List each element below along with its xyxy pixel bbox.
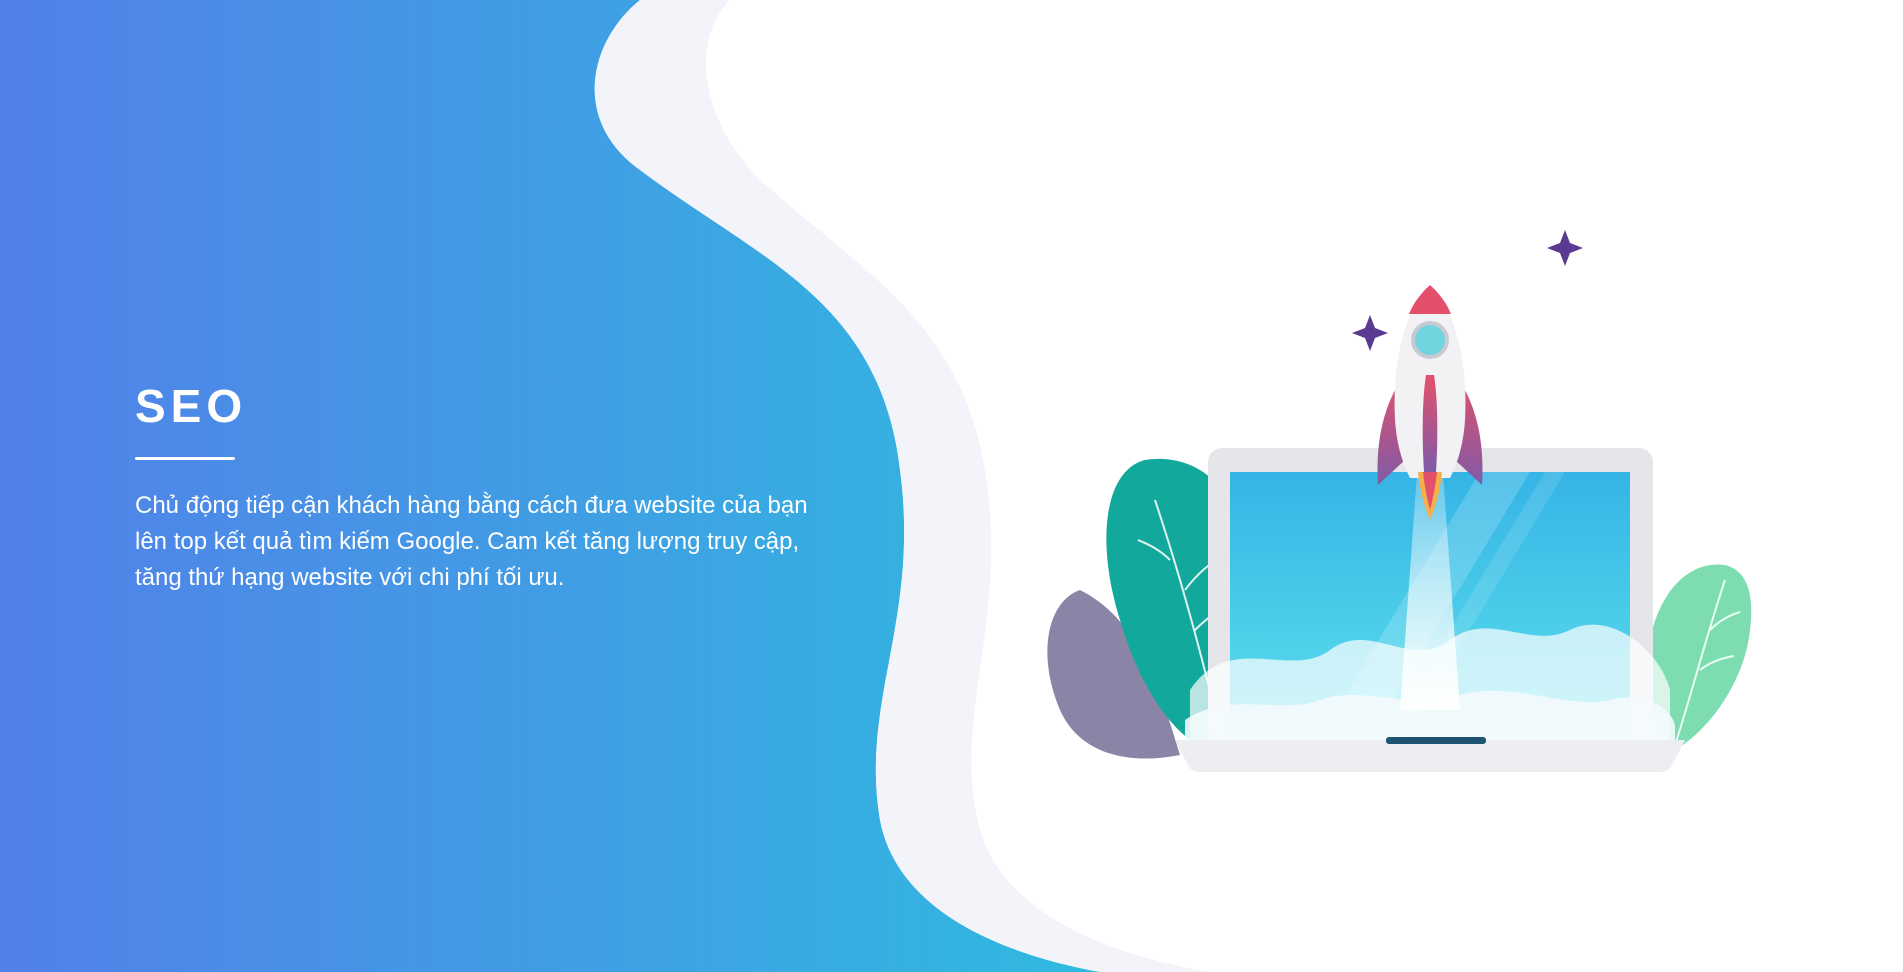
laptop-notch bbox=[1386, 737, 1486, 744]
laptop-base bbox=[1175, 740, 1685, 772]
hero-description: Chủ động tiếp cận khách hàng bằng cách đ… bbox=[135, 492, 808, 591]
rocket-nose bbox=[1409, 285, 1451, 314]
page-title: SEO bbox=[135, 380, 248, 432]
star-icon bbox=[1352, 315, 1388, 351]
star-icon bbox=[1547, 230, 1583, 266]
seo-illustration bbox=[1047, 230, 1752, 772]
hero-text-block: SEO Chủ động tiếp cận khách hàng bằng cá… bbox=[135, 380, 815, 596]
rocket-stripe bbox=[1422, 375, 1438, 472]
title-divider bbox=[135, 457, 235, 460]
rocket-window bbox=[1411, 321, 1449, 359]
